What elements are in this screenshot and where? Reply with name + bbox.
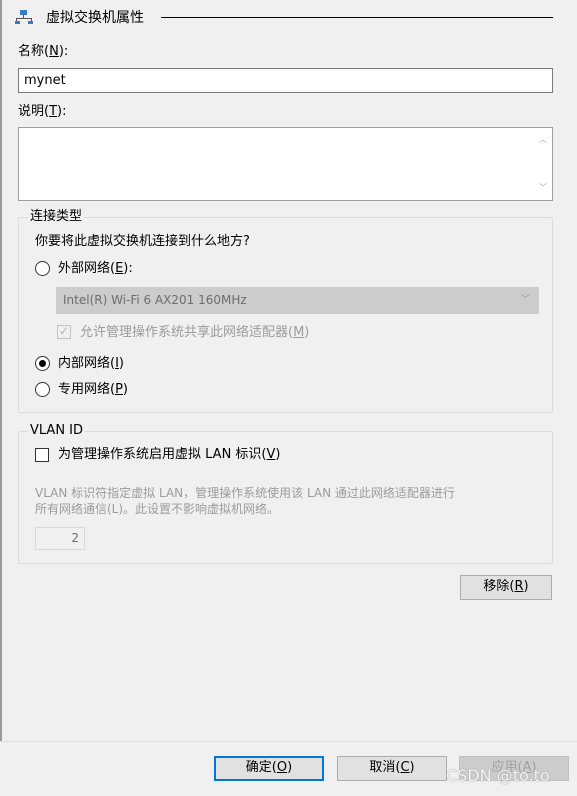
- private-network-label[interactable]: 专用网络(P): [58, 382, 128, 398]
- name-label: 名称(N):: [18, 44, 69, 59]
- watermark: CSDN @to.to: [446, 766, 550, 785]
- network-switch-icon: [15, 10, 33, 24]
- section-title: 虚拟交换机属性: [46, 10, 144, 26]
- description-label: 说明(T):: [18, 104, 67, 119]
- enable-vlan-label[interactable]: 为管理操作系统启用虚拟 LAN 标识(V): [58, 447, 280, 463]
- external-network-radio[interactable]: [35, 261, 50, 276]
- cancel-button[interactable]: 取消(C): [337, 756, 447, 781]
- internal-network-label[interactable]: 内部网络(I): [58, 356, 124, 372]
- chevron-down-icon: ﹀: [520, 295, 530, 305]
- title-divider: [161, 17, 553, 18]
- scroll-down-icon[interactable]: ﹀: [539, 184, 547, 192]
- scroll-up-icon[interactable]: ︿: [539, 136, 547, 144]
- allow-share-checkbox: [57, 324, 71, 339]
- adapter-value: Intel(R) Wi-Fi 6 AX201 160MHz: [63, 293, 247, 307]
- ok-button[interactable]: 确定(O): [214, 756, 324, 781]
- internal-network-radio[interactable]: [35, 356, 50, 371]
- connection-type-title: 连接类型: [28, 209, 85, 224]
- vlan-id-input: 2: [35, 527, 85, 550]
- vlan-description-line2: 所有网络通信(L)。此设置不影响虚拟机网络。: [35, 502, 280, 516]
- description-scrollbar[interactable]: ︿ ﹀: [535, 128, 552, 200]
- description-textarea[interactable]: ︿ ﹀: [18, 127, 553, 201]
- name-input[interactable]: mynet: [18, 68, 553, 93]
- window-left-border: [0, 0, 2, 741]
- allow-share-label: 允许管理操作系统共享此网络适配器(M): [80, 325, 310, 340]
- vlan-description-line1: VLAN 标识符指定虚拟 LAN，管理操作系统使用该 LAN 通过此网络适配器进…: [35, 486, 455, 500]
- connection-question: 你要将此虚拟交换机连接到什么地方?: [35, 234, 250, 249]
- enable-vlan-checkbox[interactable]: [35, 448, 49, 462]
- private-network-radio[interactable]: [35, 382, 50, 397]
- vlan-id-title: VLAN ID: [28, 423, 86, 438]
- network-adapter-select: Intel(R) Wi-Fi 6 AX201 160MHz ﹀: [56, 287, 539, 314]
- remove-button[interactable]: 移除(R): [460, 575, 552, 600]
- external-network-label[interactable]: 外部网络(E):: [58, 261, 133, 277]
